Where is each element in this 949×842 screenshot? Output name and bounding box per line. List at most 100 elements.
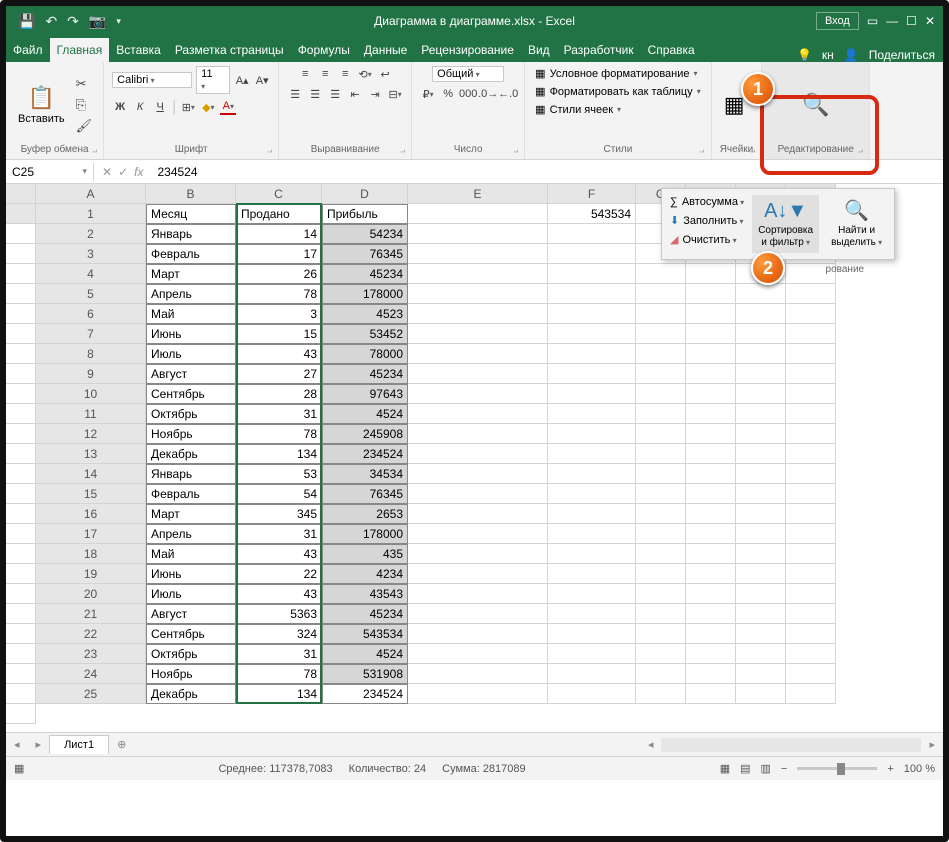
cell-B19[interactable]: 22: [236, 564, 322, 584]
cell-A12[interactable]: Ноябрь: [146, 424, 236, 444]
horizontal-scrollbar[interactable]: [661, 738, 921, 752]
fx-icon[interactable]: fx: [134, 165, 143, 179]
row-header-15[interactable]: 15: [36, 484, 146, 504]
cell-blank[interactable]: [736, 604, 786, 624]
cell-B4[interactable]: 26: [236, 264, 322, 284]
cell-blank[interactable]: [6, 584, 36, 604]
cell-blank[interactable]: [6, 364, 36, 384]
cell-blank[interactable]: [786, 524, 836, 544]
cell-blank[interactable]: [786, 544, 836, 564]
row-header-25[interactable]: 25: [36, 684, 146, 704]
cell-blank[interactable]: [686, 264, 736, 284]
cell-C22[interactable]: 543534: [322, 624, 408, 644]
cell-blank[interactable]: [736, 364, 786, 384]
tab-data[interactable]: Данные: [357, 38, 414, 62]
cell-blank[interactable]: [636, 404, 686, 424]
autosum-button[interactable]: ∑Автосумма: [668, 195, 746, 209]
cell-C17[interactable]: 178000: [322, 524, 408, 544]
qat-dropdown-icon[interactable]: ▾: [116, 16, 121, 27]
row-header-10[interactable]: 10: [36, 384, 146, 404]
ribbon-display-icon[interactable]: ▭: [867, 14, 878, 28]
font-name-selector[interactable]: Calibri: [112, 72, 192, 88]
cell-blank[interactable]: [686, 284, 736, 304]
cell-blank[interactable]: [548, 384, 636, 404]
cell-blank[interactable]: [548, 484, 636, 504]
cell-blank[interactable]: [6, 544, 36, 564]
cell-B2[interactable]: 14: [236, 224, 322, 244]
cell-blank[interactable]: [786, 344, 836, 364]
cell-blank[interactable]: [786, 504, 836, 524]
maximize-icon[interactable]: ☐: [906, 14, 917, 28]
cell-blank[interactable]: [6, 344, 36, 364]
zoom-out-icon[interactable]: −: [781, 763, 787, 775]
decrease-font-icon[interactable]: A▾: [254, 72, 270, 88]
cell-blank[interactable]: [548, 504, 636, 524]
select-all-corner[interactable]: [6, 184, 36, 204]
cell-blank[interactable]: [686, 644, 736, 664]
cell-blank[interactable]: [408, 304, 548, 324]
cell-A3[interactable]: Февраль: [146, 244, 236, 264]
minimize-icon[interactable]: —: [886, 14, 898, 28]
cell-blank[interactable]: [636, 644, 686, 664]
camera-icon[interactable]: 📷: [89, 13, 106, 30]
cell-C4[interactable]: 45234: [322, 264, 408, 284]
cell-D1[interactable]: [408, 204, 548, 224]
cell-C15[interactable]: 76345: [322, 484, 408, 504]
currency-icon[interactable]: ₽: [420, 86, 436, 102]
sheet-nav-prev-icon[interactable]: ◂: [6, 738, 28, 751]
cell-blank[interactable]: [686, 404, 736, 424]
cell-blank[interactable]: [736, 544, 786, 564]
cell-C12[interactable]: 245908: [322, 424, 408, 444]
cell-blank[interactable]: [6, 684, 36, 704]
cell-blank[interactable]: [408, 344, 548, 364]
cell-blank[interactable]: [548, 224, 636, 244]
cell-blank[interactable]: [686, 684, 736, 704]
cell-C24[interactable]: 531908: [322, 664, 408, 684]
cell-blank[interactable]: [736, 324, 786, 344]
cell-blank[interactable]: [686, 624, 736, 644]
cell-blank[interactable]: [686, 564, 736, 584]
cell-C10[interactable]: 97643: [322, 384, 408, 404]
cell-blank[interactable]: [548, 404, 636, 424]
format-painter-icon[interactable]: 🖌: [73, 117, 96, 135]
record-macro-icon[interactable]: ▦: [14, 762, 24, 775]
tab-file[interactable]: Файл: [6, 38, 50, 62]
row-header-24[interactable]: 24: [36, 664, 146, 684]
cell-C21[interactable]: 45234: [322, 604, 408, 624]
cell-blank[interactable]: [736, 404, 786, 424]
cell-blank[interactable]: [408, 684, 548, 704]
row-header-2[interactable]: 2: [36, 224, 146, 244]
tab-insert[interactable]: Вставка: [109, 38, 168, 62]
cell-A11[interactable]: Октябрь: [146, 404, 236, 424]
cell-blank[interactable]: [548, 624, 636, 644]
cell-blank[interactable]: [548, 424, 636, 444]
cell-blank[interactable]: [408, 624, 548, 644]
cell-blank[interactable]: [6, 304, 36, 324]
row-header-9[interactable]: 9: [36, 364, 146, 384]
format-as-table-button[interactable]: ▦Форматировать как таблицу: [533, 84, 703, 99]
cell-B23[interactable]: 31: [236, 644, 322, 664]
row-header-7[interactable]: 7: [36, 324, 146, 344]
cell-blank[interactable]: [636, 364, 686, 384]
cell-blank[interactable]: [6, 604, 36, 624]
cell-A19[interactable]: Июнь: [146, 564, 236, 584]
align-top-icon[interactable]: ≡: [297, 66, 313, 82]
cell-blank[interactable]: [686, 464, 736, 484]
orientation-icon[interactable]: ⟲: [357, 66, 373, 82]
group-editing[interactable]: 🔍 Редактирование: [762, 62, 870, 159]
cell-B6[interactable]: 3: [236, 304, 322, 324]
cell-B9[interactable]: 27: [236, 364, 322, 384]
cell-C16[interactable]: 2653: [322, 504, 408, 524]
col-header-C[interactable]: C: [236, 184, 322, 204]
cell-blank[interactable]: [6, 484, 36, 504]
cell-A10[interactable]: Сентябрь: [146, 384, 236, 404]
cell-blank[interactable]: [408, 504, 548, 524]
cell-blank[interactable]: [786, 664, 836, 684]
cell-blank[interactable]: [786, 304, 836, 324]
cell-blank[interactable]: [408, 544, 548, 564]
name-box[interactable]: C25▾: [6, 163, 94, 181]
increase-font-icon[interactable]: A▴: [234, 72, 250, 88]
cell-A4[interactable]: Март: [146, 264, 236, 284]
copy-icon[interactable]: ⎘: [73, 96, 96, 114]
cell-B16[interactable]: 345: [236, 504, 322, 524]
